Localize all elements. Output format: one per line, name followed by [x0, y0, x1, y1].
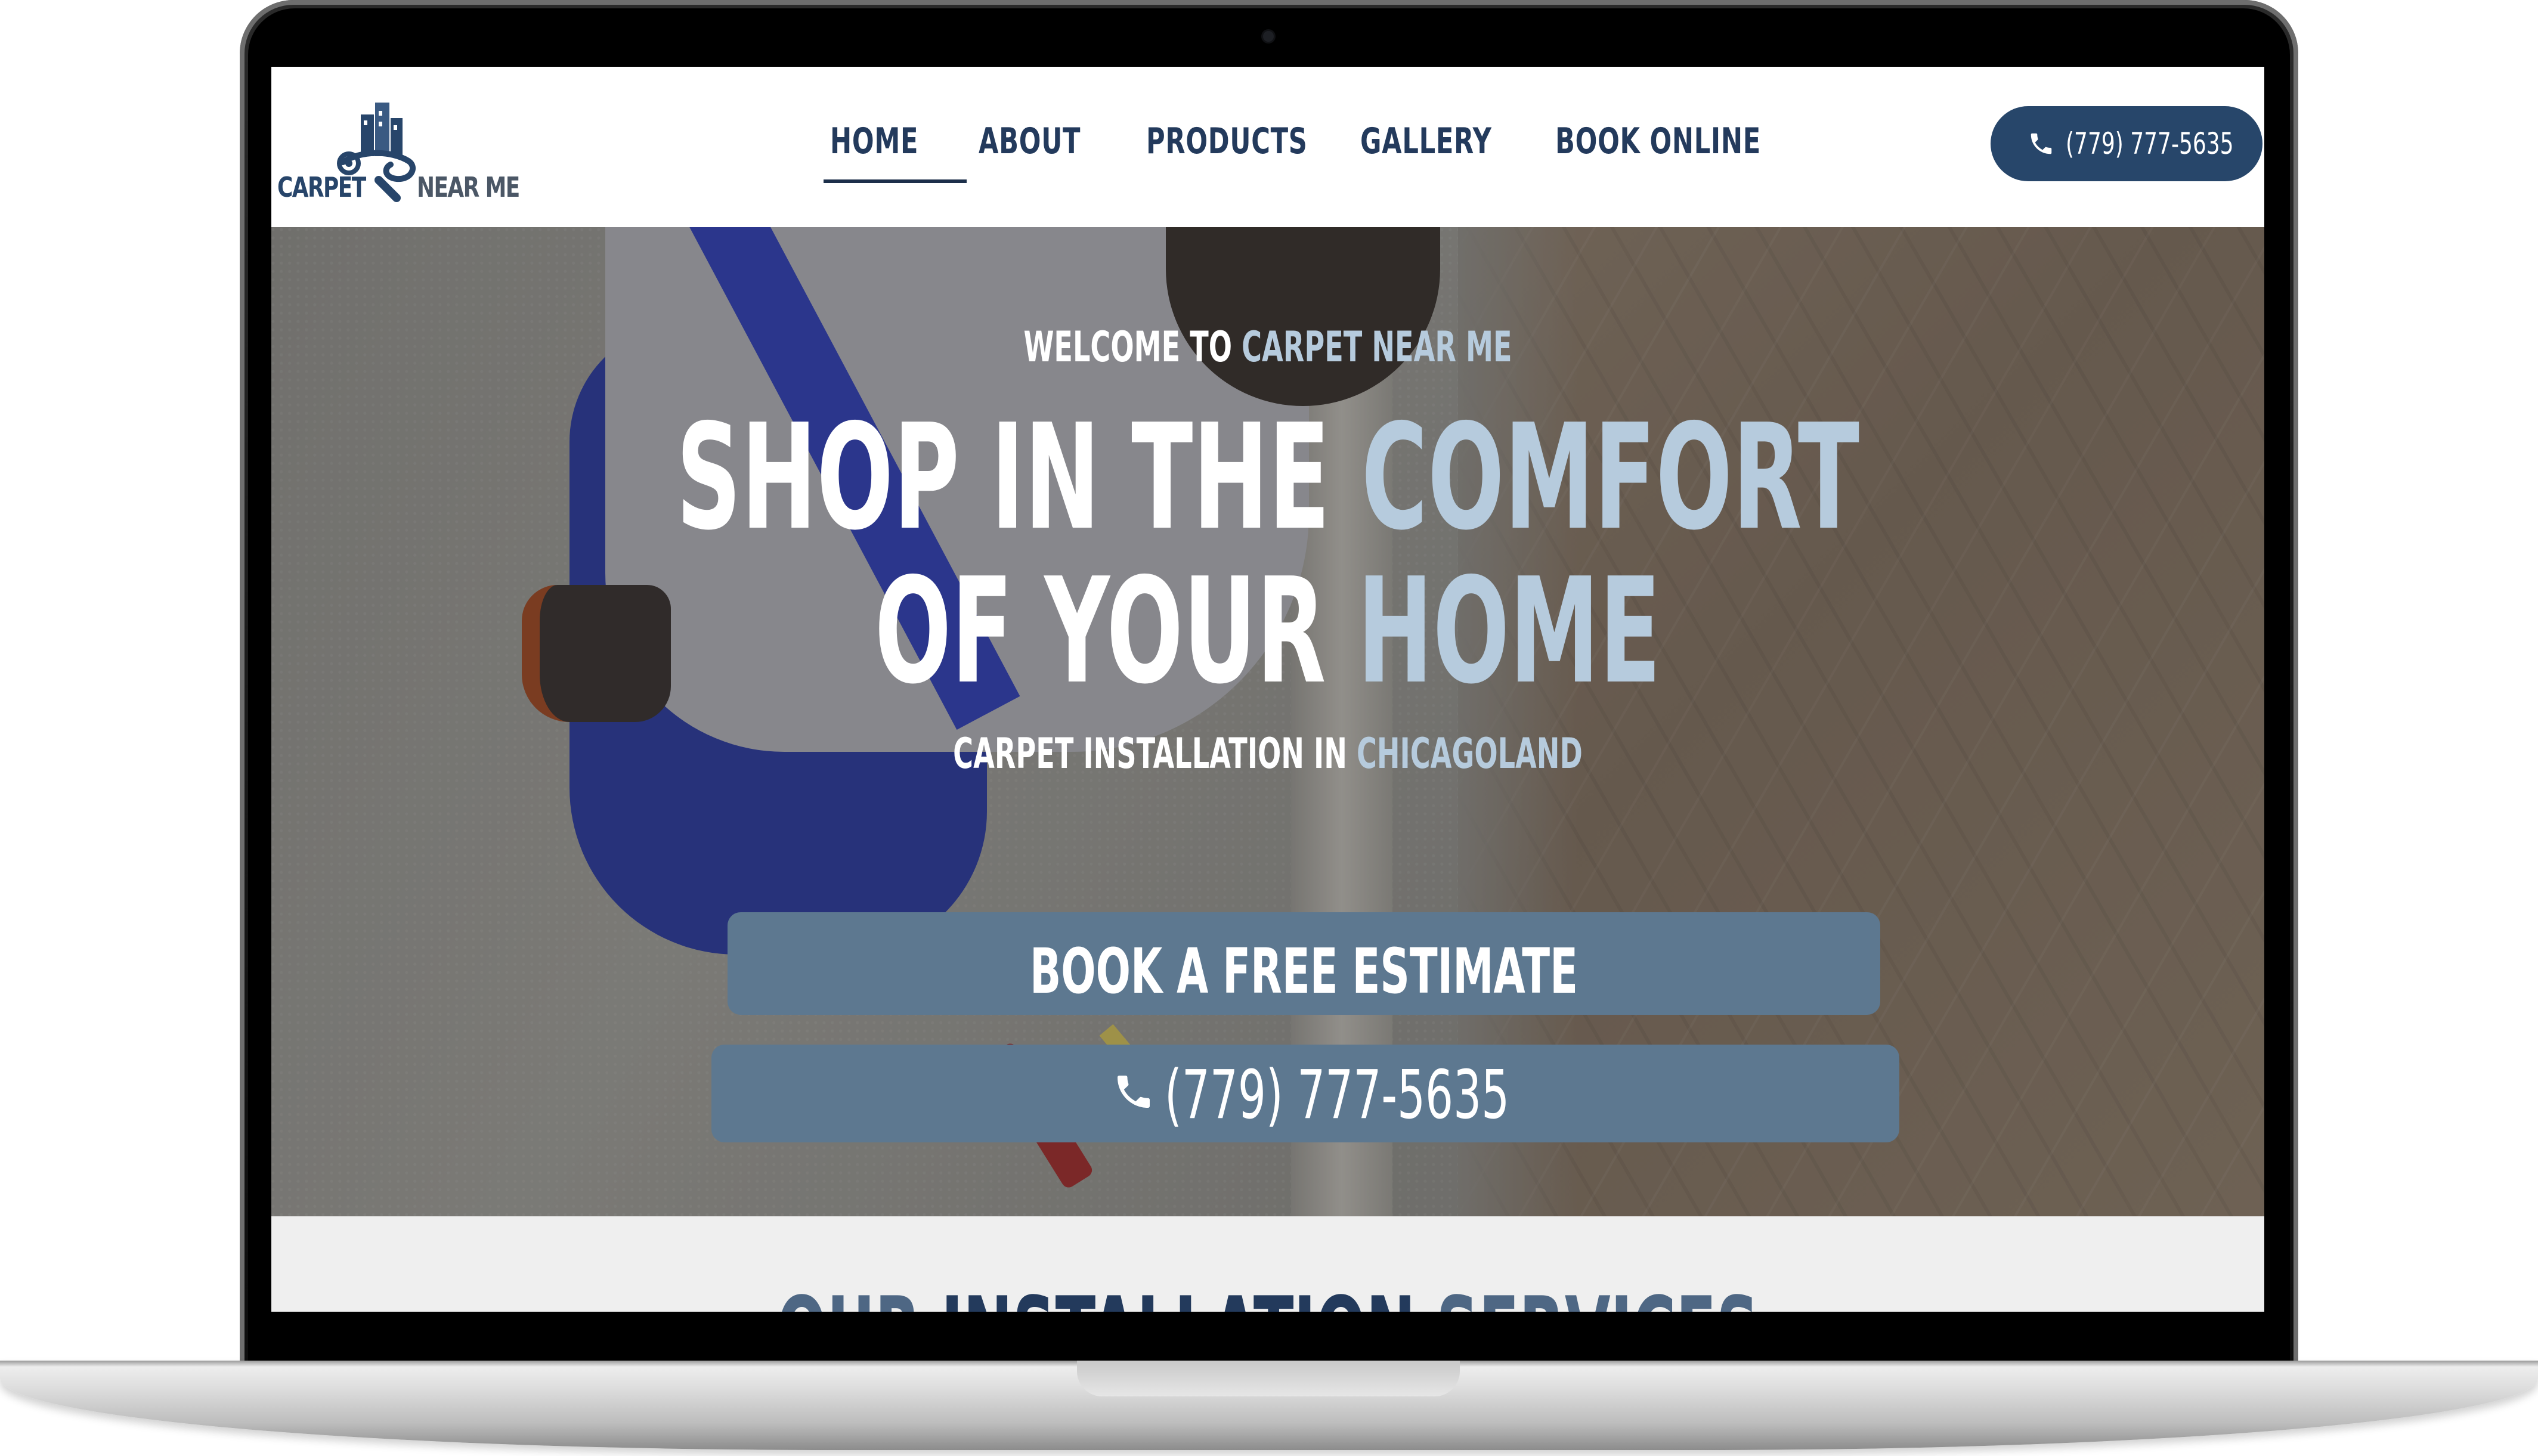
phone-icon [1117, 1076, 1150, 1108]
website-screen: CARPET NEAR ME HOME ABOUT PRODUCTS GALLE… [271, 67, 2264, 1312]
hero-headline-line1: SHOP IN THE COMFORT [676, 393, 1860, 562]
hero-subheadline: CARPET INSTALLATION IN CHICAGOLAND [953, 729, 1583, 778]
site-logo[interactable]: CARPET NEAR ME [277, 91, 520, 210]
nav-item-products[interactable]: PRODUCTS [1146, 120, 1308, 162]
hero-section: WELCOME TO CARPET NEAR ME SHOP IN THE CO… [271, 227, 2264, 1216]
book-free-estimate-label: BOOK A FREE ESTIMATE [1029, 935, 1578, 1008]
services-title: OUR INSTALLATION SERVICES [650, 1276, 1886, 1312]
installation-services-section: OUR INSTALLATION SERVICES [271, 1216, 2264, 1312]
active-nav-indicator [824, 179, 967, 183]
device-mockup: CARPET NEAR ME HOME ABOUT PRODUCTS GALLE… [0, 0, 2538, 1456]
hero-phone-button[interactable]: (779) 777-5635 [711, 1045, 1899, 1142]
header-phone-button[interactable]: (779) 777-5635 [1991, 106, 2262, 181]
laptop-opening-notch [1077, 1361, 1460, 1396]
nav-item-gallery[interactable]: GALLERY [1360, 120, 1492, 162]
header-phone-number: (779) 777-5635 [2066, 126, 2234, 161]
phone-icon [2031, 133, 2052, 154]
nav-item-book-online[interactable]: BOOK ONLINE [1555, 120, 1761, 162]
camera-icon [1263, 31, 1274, 42]
book-free-estimate-button[interactable]: BOOK A FREE ESTIMATE [728, 912, 1880, 1015]
nav-item-home[interactable]: HOME [830, 120, 918, 162]
hero-headline-line2: OF YOUR HOME [874, 547, 1661, 716]
logo-text-near-me: NEAR ME [417, 171, 520, 203]
site-header: CARPET NEAR ME HOME ABOUT PRODUCTS GALLE… [271, 67, 2264, 227]
hero-phone-number: (779) 777-5635 [1165, 1057, 1510, 1134]
hero-content: WELCOME TO CARPET NEAR ME SHOP IN THE CO… [271, 227, 2264, 1216]
hero-welcome: WELCOME TO CARPET NEAR ME [1023, 323, 1512, 371]
hero-phone-inner: (779) 777-5635 [711, 1057, 1899, 1134]
nav-item-about[interactable]: ABOUT [979, 120, 1081, 162]
logo-text-carpet: CARPET [277, 171, 366, 203]
